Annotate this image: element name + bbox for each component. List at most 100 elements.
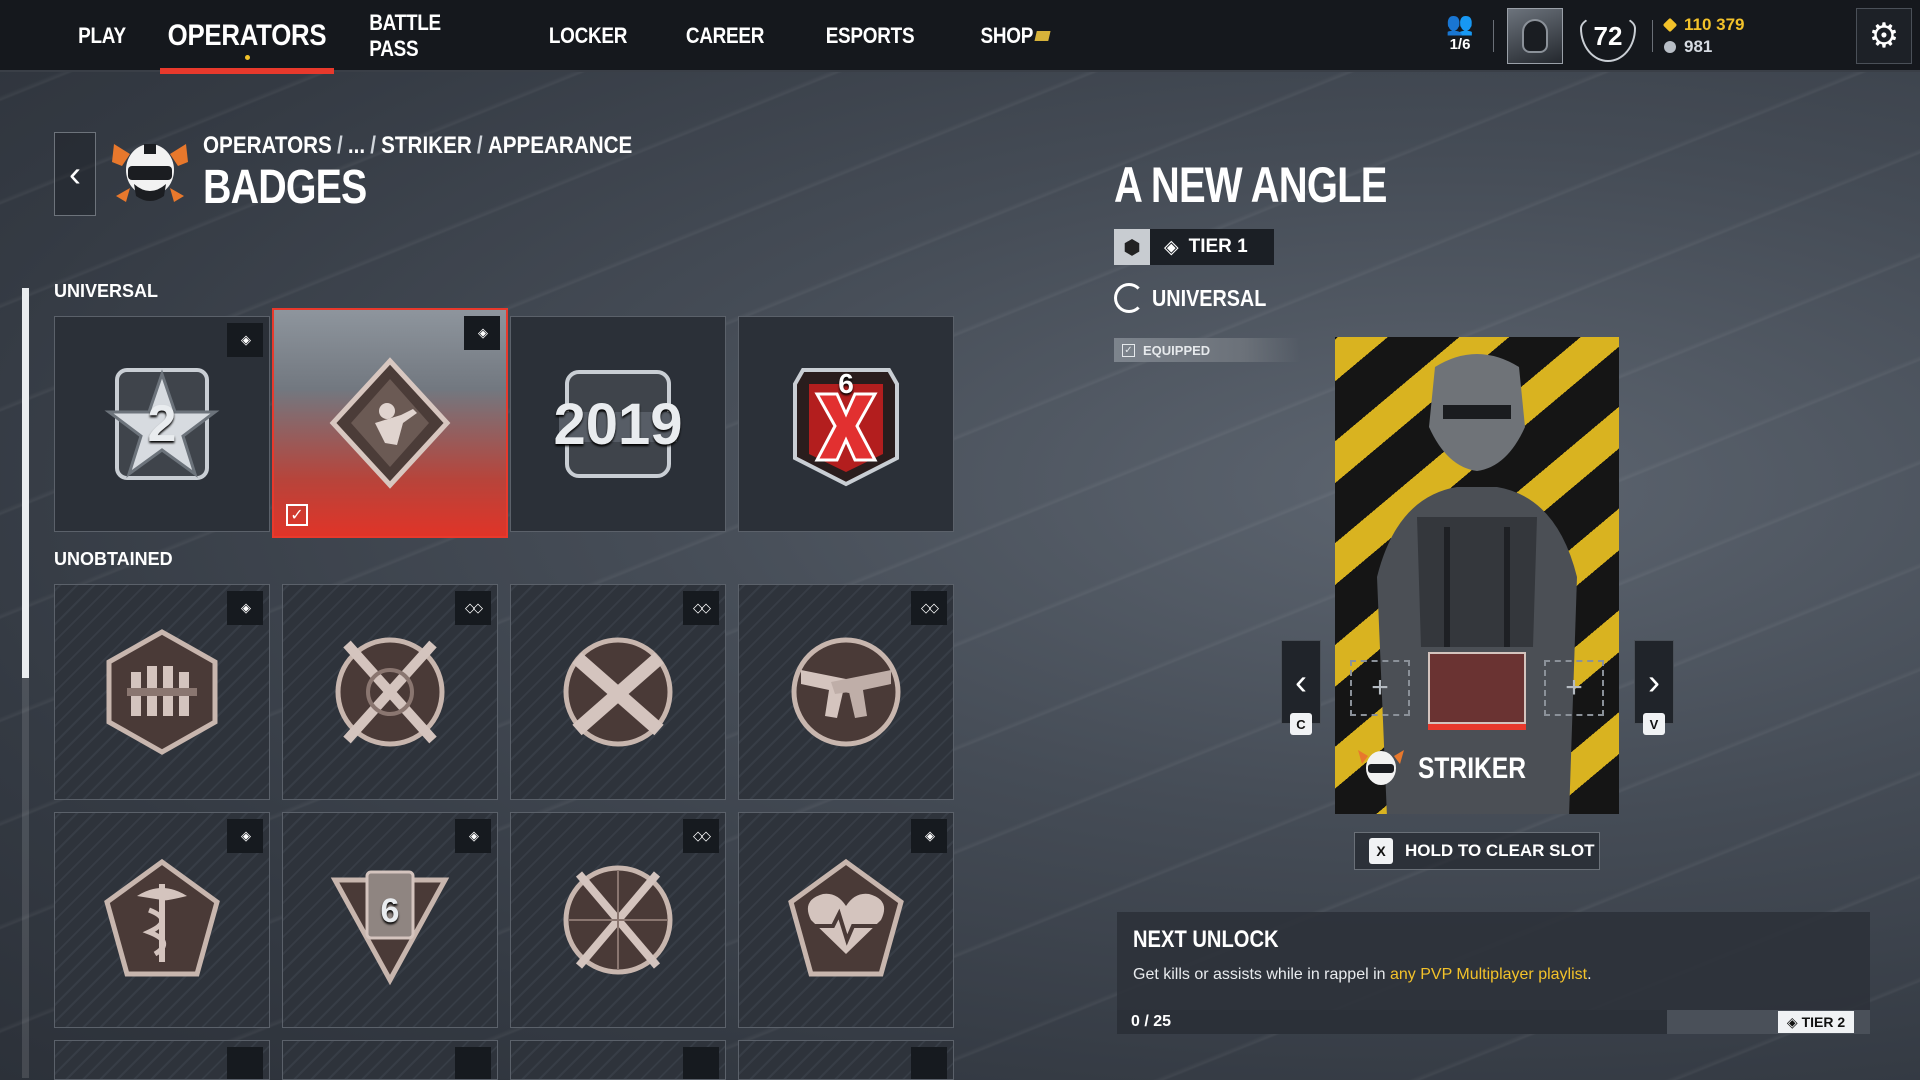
back-button[interactable]: ‹ xyxy=(54,132,96,216)
badge-tile-locked[interactable]: ◇◇ xyxy=(510,584,726,800)
tier-label: TIER 1 xyxy=(1188,236,1248,257)
rarity-icon: ◇◇ xyxy=(455,591,491,625)
tier-badge: ⬢ ◈ TIER 1 xyxy=(1114,229,1274,265)
rarity-icon: ◈ xyxy=(455,819,491,853)
unlock-progress-bar: 0 / 25 ◈ TIER 2 xyxy=(1117,1010,1870,1034)
nav-shop[interactable]: SHOP xyxy=(976,0,1053,72)
year-2019-badge-icon: 2019 xyxy=(553,354,683,494)
renown-amount: 110 379 xyxy=(1684,15,1745,34)
rarity-icon: ◈ xyxy=(227,819,263,853)
card-badge-slot[interactable] xyxy=(1428,652,1526,724)
chevron-left-icon: ‹ xyxy=(1295,661,1307,702)
badge-tile-locked[interactable] xyxy=(54,1040,270,1080)
rarity-icon: ◈ xyxy=(464,316,500,350)
nav-locker[interactable]: LOCKER xyxy=(547,0,630,72)
badge-tile-locked[interactable]: ◈ xyxy=(54,584,270,800)
player-level[interactable]: 72 xyxy=(1578,10,1638,62)
badge-tile-locked[interactable] xyxy=(510,1040,726,1080)
rarity-icon: ◈ xyxy=(227,323,263,357)
nav-play[interactable]: PLAY xyxy=(68,0,137,72)
playlist-link[interactable]: any PVP Multiplayer playlist xyxy=(1390,966,1587,983)
soldier-diamond-badge-icon xyxy=(325,353,455,493)
scrollbar-thumb[interactable] xyxy=(22,288,29,678)
badge-tile-locked[interactable]: ◈ 6 xyxy=(282,812,498,1028)
rarity-icon: ◇◇ xyxy=(683,591,719,625)
key-hint-v: V xyxy=(1643,713,1665,735)
player-avatar[interactable] xyxy=(1507,8,1563,64)
key-hint-c: C xyxy=(1290,713,1312,735)
nav-operators[interactable]: OPERATORS xyxy=(168,0,327,72)
rarity-icon xyxy=(683,1047,719,1079)
nav-esports[interactable]: ESPORTS xyxy=(826,0,915,72)
divider xyxy=(1493,20,1494,52)
badge-type: UNIVERSAL xyxy=(1114,280,1285,316)
breadcrumb: OPERATORS /... / STRIKER / APPEARANCE xyxy=(203,132,632,160)
divider xyxy=(1652,20,1653,52)
currency-display[interactable]: 110 379 981 xyxy=(1662,14,1794,58)
next-unlock-description: Get kills or assists while in rappel in … xyxy=(1133,966,1592,984)
rarity-icon: ◈ xyxy=(1786,1013,1798,1030)
next-unlock-heading: NEXT UNLOCK xyxy=(1133,926,1279,953)
nav-career[interactable]: CAREER xyxy=(686,0,765,72)
medic-caduceus-badge-icon xyxy=(97,850,227,990)
badge-tile[interactable]: ◈ 2 xyxy=(54,316,270,532)
badge-tile[interactable]: 6 xyxy=(738,316,954,532)
breadcrumb-ellipsis[interactable]: ... xyxy=(348,132,365,159)
breadcrumb-operators[interactable]: OPERATORS xyxy=(203,132,332,159)
grid-scrollbar[interactable] xyxy=(22,288,29,1078)
credits-amount: 981 xyxy=(1684,37,1713,56)
squad-indicator[interactable]: 👥 1/6 xyxy=(1440,12,1480,62)
squad-icon: 👥 xyxy=(1446,11,1474,36)
page-title: BADGES xyxy=(203,161,367,214)
badge-tile-locked[interactable] xyxy=(738,1040,954,1080)
badge-tile-locked[interactable]: ◇◇ xyxy=(738,584,954,800)
badge-tile-locked[interactable]: ◇◇ xyxy=(282,584,498,800)
badge-tile-locked[interactable]: ◈ xyxy=(738,812,954,1028)
previous-slot-button[interactable]: ‹ xyxy=(1281,640,1321,724)
nav-battle-pass[interactable]: BATTLE PASS xyxy=(369,0,483,72)
siege-x-badge-icon: 6 xyxy=(781,354,911,494)
level-number: 72 xyxy=(1593,21,1623,51)
equipped-status: ✓ EQUIPPED xyxy=(1114,338,1300,362)
badge-tile-locked[interactable] xyxy=(282,1040,498,1080)
description-text: Get kills or assists while in rappel in xyxy=(1133,966,1390,983)
empty-slot-left[interactable]: + xyxy=(1350,660,1410,716)
operator-card-preview xyxy=(1335,337,1619,814)
universal-icon xyxy=(1114,283,1144,313)
empty-slot-right[interactable]: + xyxy=(1544,660,1604,716)
section-label-unobtained: UNOBTAINED xyxy=(54,549,173,569)
credits-icon xyxy=(1664,41,1676,53)
badge-tile[interactable]: 2019 xyxy=(510,316,726,532)
plus-icon: + xyxy=(1371,671,1389,704)
breadcrumb-separator: / xyxy=(336,132,343,159)
breadcrumb-appearance[interactable]: APPEARANCE xyxy=(488,132,633,159)
next-tier-label: TIER 2 xyxy=(1801,1014,1846,1030)
nav-active-dot xyxy=(245,55,250,60)
badge-tile-selected[interactable]: ◈ ✓ xyxy=(272,308,508,538)
settings-button[interactable]: ⚙ xyxy=(1856,8,1912,64)
rarity-icon: ◇◇ xyxy=(683,819,719,853)
progress-fill xyxy=(1117,1010,1667,1034)
nav-active-underline xyxy=(160,68,334,74)
operator-name: STRIKER xyxy=(1418,752,1526,785)
hold-to-clear-slot-button[interactable]: X HOLD TO CLEAR SLOT xyxy=(1354,832,1600,870)
badge-tile-locked[interactable]: ◇◇ xyxy=(510,812,726,1028)
operator-icon xyxy=(110,136,190,212)
equipped-slot-indicator xyxy=(1428,724,1526,730)
key-hint-x: X xyxy=(1369,838,1393,864)
six-shield-badge-icon: 6 xyxy=(325,850,455,990)
hexagon-tier-icon: ⬢ xyxy=(1114,229,1150,265)
next-slot-button[interactable]: › xyxy=(1634,640,1674,724)
crossed-smgs-badge-icon xyxy=(553,622,683,762)
crossed-pistols-badge-icon xyxy=(781,622,911,762)
badge-tile-locked[interactable]: ◈ xyxy=(54,812,270,1028)
rarity-icon xyxy=(227,1047,263,1079)
rarity-icon: ◈ xyxy=(911,819,947,853)
description-text: . xyxy=(1587,966,1592,983)
breadcrumb-separator: / xyxy=(476,132,483,159)
squad-count: 1/6 xyxy=(1449,36,1471,53)
breadcrumb-striker[interactable]: STRIKER xyxy=(381,132,472,159)
plus-icon: + xyxy=(1565,671,1583,704)
next-tier-tag: ◈ TIER 2 xyxy=(1778,1011,1854,1033)
section-label-universal: UNIVERSAL xyxy=(54,281,159,301)
